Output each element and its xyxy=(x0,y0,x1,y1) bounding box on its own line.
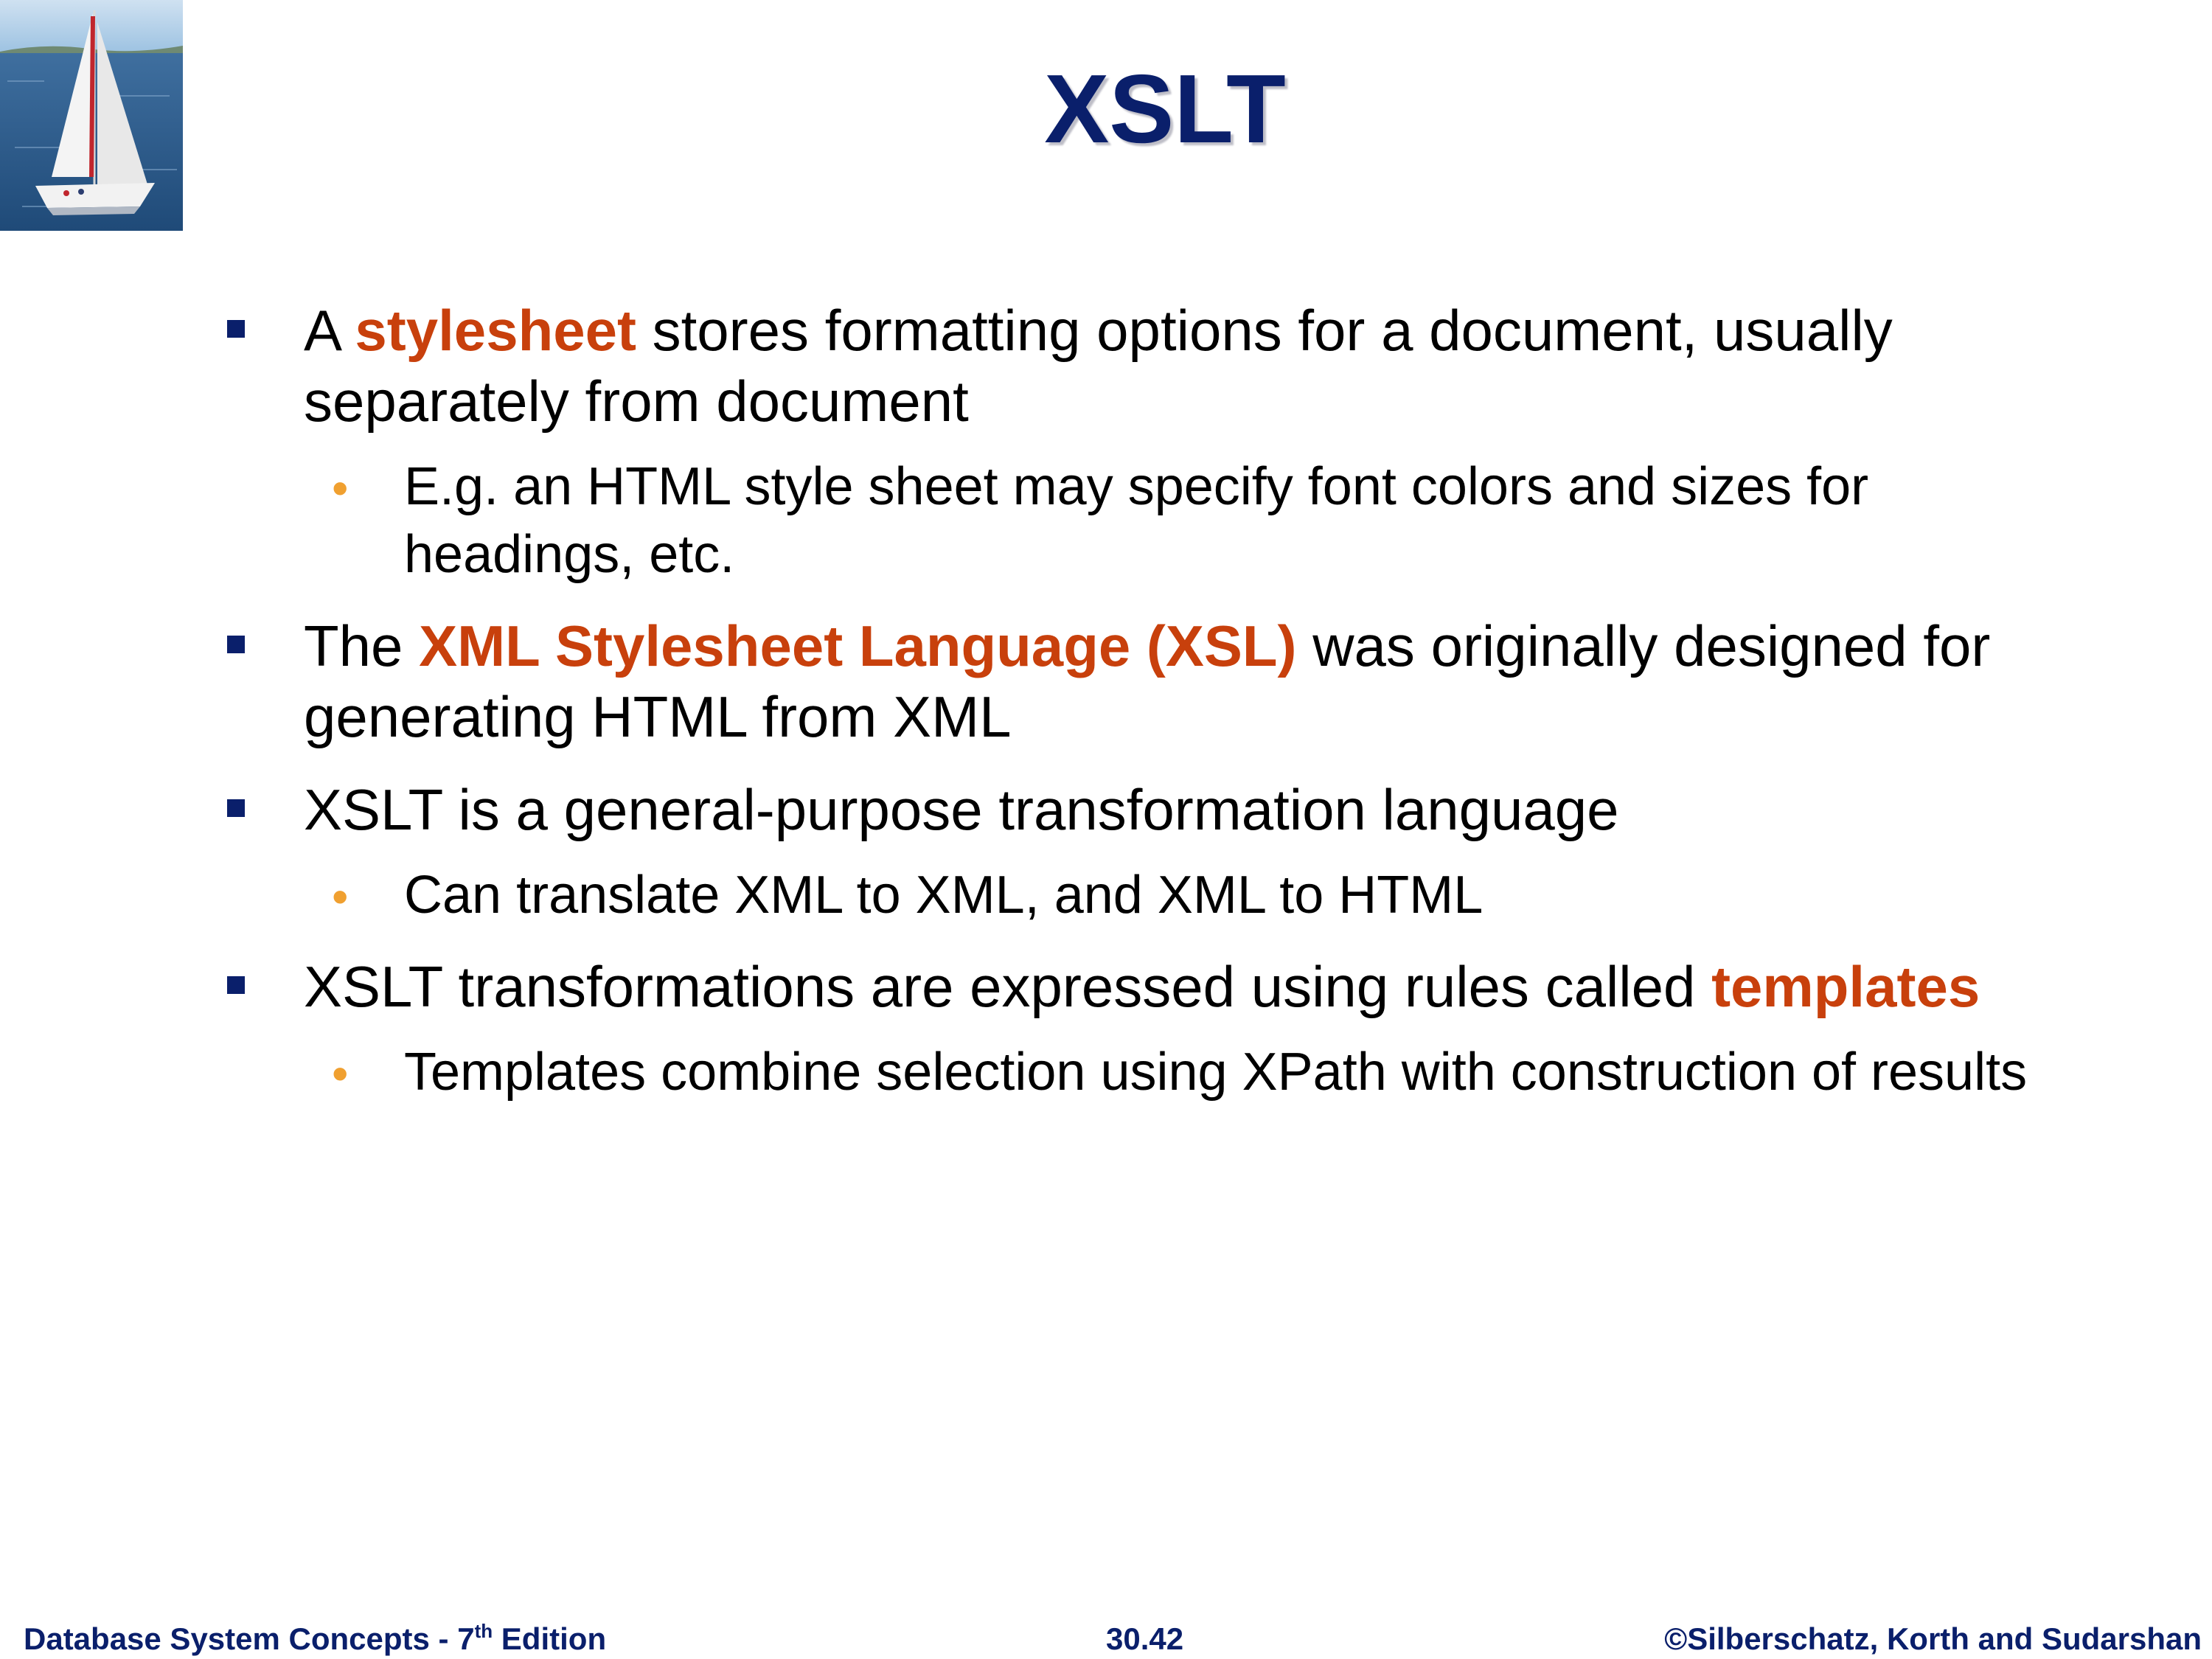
footer-slide-number: 30.42 xyxy=(1106,1621,1184,1656)
footer-book-name: Database System Concepts - 7 xyxy=(24,1621,475,1656)
dot-bullet-icon: • xyxy=(332,462,349,515)
bullet-item: XSLT transformations are expressed using… xyxy=(221,951,2109,1022)
bullet-item: A stylesheet stores formatting options f… xyxy=(221,295,2109,437)
square-bullet-icon xyxy=(227,636,245,653)
bullet-text: XSLT is a general-purpose transformation… xyxy=(304,777,1619,842)
sub-bullet-item: • Can translate XML to XML, and XML to HT… xyxy=(221,861,2109,929)
footer-edition-suffix: th xyxy=(474,1620,493,1642)
dot-bullet-icon: • xyxy=(332,1047,349,1100)
bullet-text: The xyxy=(304,613,420,678)
square-bullet-icon xyxy=(227,799,245,817)
highlighted-term: templates xyxy=(1711,954,1980,1019)
bullet-text: E.g. an HTML style sheet may specify fon… xyxy=(404,457,1869,584)
square-bullet-icon xyxy=(227,320,245,338)
bullet-text: Can translate XML to XML, and XML to HTM… xyxy=(404,866,1484,925)
bullet-item: XSLT is a general-purpose transformation… xyxy=(221,774,2109,845)
bullet-text: XSLT transformations are expressed using… xyxy=(304,954,1712,1019)
slide-title: XSLT xyxy=(1044,55,1286,163)
dot-bullet-icon: • xyxy=(332,870,349,923)
footer-book-title: Database System Concepts - 7th Edition xyxy=(24,1619,606,1659)
bullet-item: The XML Stylesheet Language (XSL) was or… xyxy=(221,611,2109,752)
sub-bullet-item: • Templates combine selection using XPath… xyxy=(221,1038,2109,1106)
highlighted-term: stylesheet xyxy=(355,298,636,363)
bullet-list: A stylesheet stores formatting options f… xyxy=(221,273,2109,1106)
highlighted-term: XML Stylesheet Language (XSL) xyxy=(419,613,1297,678)
footer-copyright: ©Silberschatz, Korth and Sudarshan xyxy=(1664,1621,2202,1656)
footer-edition-label: Edition xyxy=(493,1621,607,1656)
sub-bullet-item: • E.g. an HTML style sheet may specify fo… xyxy=(221,453,2109,588)
bullet-text: Templates combine selection using XPath … xyxy=(404,1043,2028,1102)
square-bullet-icon xyxy=(227,976,245,994)
bullet-text: A xyxy=(304,298,355,363)
